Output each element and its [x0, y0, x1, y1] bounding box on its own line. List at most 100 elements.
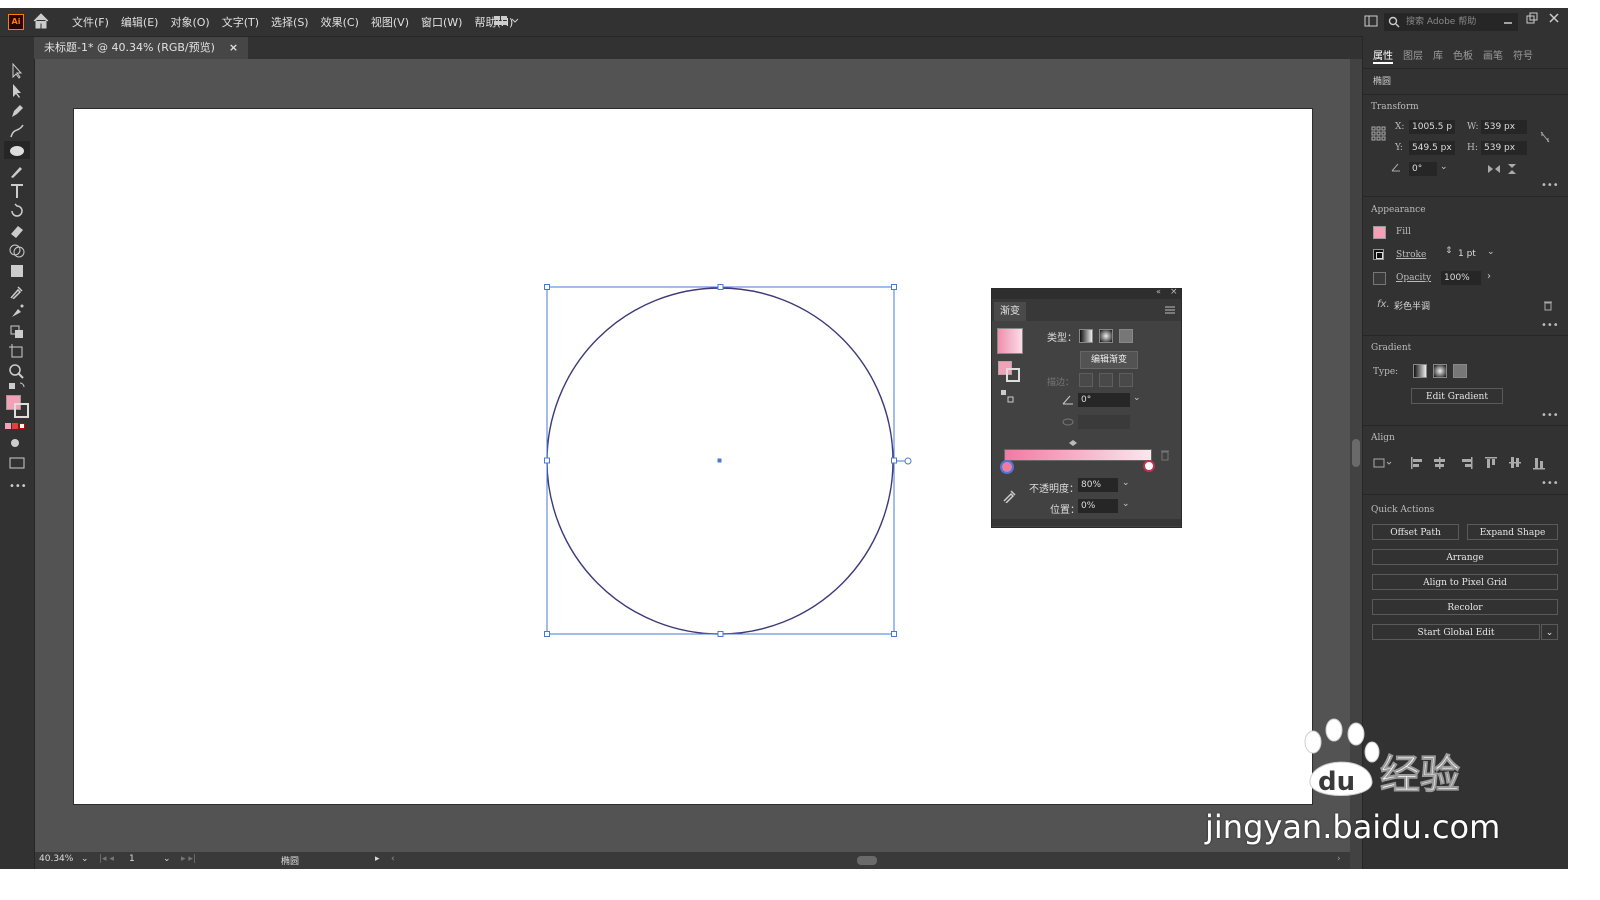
restore-icon[interactable] — [1526, 12, 1538, 24]
symbol-sprayer-tool-icon[interactable] — [8, 303, 26, 319]
halftone-circle-artwork[interactable] — [540, 280, 920, 642]
screen-mode-icon[interactable] — [8, 455, 26, 471]
align-top-button[interactable] — [1483, 456, 1497, 470]
w-input[interactable]: 539 px — [1481, 120, 1527, 134]
stroke-weight-dropdown-icon[interactable]: ⌄ — [1487, 247, 1495, 257]
aspect-ratio-input[interactable] — [1078, 415, 1130, 429]
tab-layers[interactable]: 图层 — [1403, 44, 1423, 64]
freeform-gradient-button[interactable] — [1119, 329, 1133, 343]
artboard-nav-first-icon[interactable]: |◂ ◂ — [99, 854, 114, 864]
close-tab-icon[interactable]: × — [229, 41, 238, 54]
panel-radial-gradient-button[interactable] — [1433, 364, 1447, 378]
align-horizontal-center-button[interactable] — [1433, 456, 1447, 470]
hscroll-right-icon[interactable]: › — [1337, 854, 1341, 864]
radial-gradient-button[interactable] — [1099, 329, 1113, 343]
live-paint-tool-icon[interactable] — [8, 323, 26, 339]
align-bottom-button[interactable] — [1531, 456, 1545, 470]
menu-type[interactable]: 文字(T) — [222, 14, 259, 30]
align-right-button[interactable] — [1459, 456, 1473, 470]
x-input[interactable]: 1005.5 p — [1409, 120, 1455, 134]
arrange-button[interactable]: Arrange — [1372, 549, 1558, 565]
home-icon[interactable] — [32, 12, 50, 30]
align-to-pixel-grid-button[interactable]: Align to Pixel Grid — [1372, 574, 1558, 590]
gradient-opacity-input[interactable]: 80% — [1078, 478, 1118, 492]
gradient-mode-icon[interactable] — [12, 423, 18, 429]
resize-handle-bottom-right[interactable] — [891, 631, 897, 637]
direct-selection-tool-icon[interactable] — [8, 83, 26, 99]
search-input[interactable]: 搜索 Adobe 帮助 — [1384, 13, 1518, 31]
gradient-slider-bar[interactable] — [1004, 449, 1152, 461]
arrange-documents-icon[interactable] — [1364, 14, 1378, 28]
rotate-tool-icon[interactable] — [8, 203, 26, 219]
gradient-location-input[interactable]: 0% — [1078, 499, 1118, 513]
global-edit-options-dropdown[interactable]: ⌄ — [1541, 624, 1558, 640]
pen-tool-icon[interactable] — [8, 103, 26, 119]
location-dropdown-icon[interactable]: ⌄ — [1122, 499, 1130, 509]
appearance-stroke-swatch[interactable] — [1373, 249, 1384, 260]
more-tools-icon[interactable]: ••• — [9, 481, 27, 492]
tab-brushes[interactable]: 画笔 — [1483, 44, 1503, 64]
menu-select[interactable]: 选择(S) — [271, 14, 309, 30]
type-tool-icon[interactable] — [8, 183, 26, 199]
stroke-weight-input[interactable]: 1 pt — [1455, 247, 1485, 261]
hscroll-left-icon[interactable]: ‹ — [391, 854, 395, 864]
none-mode-icon[interactable] — [19, 423, 25, 429]
edit-gradient-button[interactable]: 编辑渐变 — [1080, 351, 1138, 369]
curvature-tool-icon[interactable] — [8, 123, 26, 139]
opacity-dropdown-icon[interactable]: ⌄ — [1122, 478, 1130, 488]
vertical-scroll-thumb[interactable] — [1352, 439, 1360, 467]
artboard-tool-icon[interactable] — [8, 343, 26, 359]
menu-effect[interactable]: 效果(C) — [321, 14, 359, 30]
align-to-dropdown[interactable] — [1373, 456, 1397, 470]
menu-edit[interactable]: 编辑(E) — [121, 14, 159, 30]
tab-symbols[interactable]: 符号 — [1513, 44, 1533, 64]
panel-linear-gradient-button[interactable] — [1413, 364, 1427, 378]
resize-handle-left[interactable] — [544, 457, 550, 464]
status-menu-arrow-icon[interactable]: ▸ — [375, 854, 380, 864]
draw-mode-icon[interactable] — [8, 435, 26, 451]
edit-gradient-panel-button[interactable]: Edit Gradient — [1411, 388, 1503, 404]
panel-menu-icon[interactable] — [1165, 306, 1175, 314]
gradient-tab[interactable]: 渐变 — [994, 302, 1026, 321]
stroke-across-button[interactable] — [1119, 373, 1133, 387]
opacity-input[interactable]: 100% — [1441, 271, 1481, 285]
reference-point-icon[interactable] — [1371, 126, 1387, 142]
expand-shape-button[interactable]: Expand Shape — [1467, 524, 1558, 540]
document-tab[interactable]: 未标题-1* @ 40.34% (RGB/预览) × — [34, 37, 249, 59]
opacity-expand-icon[interactable]: › — [1487, 271, 1491, 282]
stroke-stepper-icon[interactable]: ⇕ — [1445, 246, 1453, 256]
gradient-stop-right[interactable] — [1143, 460, 1155, 472]
linear-gradient-button[interactable] — [1079, 329, 1093, 343]
shape-builder-tool-icon[interactable] — [8, 243, 26, 259]
h-input[interactable]: 539 px — [1481, 141, 1527, 155]
menu-file[interactable]: 文件(F) — [72, 14, 109, 30]
color-mode-icon[interactable] — [5, 423, 11, 429]
stroke-color-swatch[interactable] — [14, 403, 29, 418]
tab-libraries[interactable]: 库 — [1433, 44, 1443, 64]
reverse-gradient-icon[interactable] — [1000, 389, 1014, 403]
stroke-along-button[interactable] — [1099, 373, 1113, 387]
angle-dropdown-icon[interactable]: ⌄ — [1133, 393, 1141, 403]
zoom-level-input[interactable]: 40.34% — [39, 854, 73, 864]
resize-handle-top-right[interactable] — [891, 284, 897, 290]
artboard-nav-last-icon[interactable]: ▸ ▸| — [181, 854, 196, 864]
stroke-within-button[interactable] — [1079, 373, 1093, 387]
resize-handle-bottom-left[interactable] — [544, 631, 550, 637]
gradient-eyedropper-icon[interactable] — [1002, 487, 1018, 503]
delete-stop-icon[interactable] — [1160, 449, 1170, 461]
ellipse-tool-icon[interactable] — [8, 143, 26, 159]
gradient-preview-swatch[interactable] — [997, 328, 1023, 354]
rotate-angle-input[interactable]: 0° — [1409, 162, 1437, 176]
menu-view[interactable]: 视图(V) — [371, 14, 409, 30]
zoom-tool-icon[interactable] — [8, 363, 26, 379]
resize-handle-top-left[interactable] — [544, 284, 550, 290]
resize-handle-top[interactable] — [717, 284, 724, 290]
artboard-number-input[interactable]: 1 — [129, 854, 135, 864]
collapse-panel-icon[interactable]: « — [1156, 287, 1161, 296]
workspace-layout-icon[interactable] — [494, 15, 522, 27]
menu-object[interactable]: 对象(O) — [170, 14, 209, 30]
pie-widget-handle[interactable] — [904, 457, 912, 465]
gradient-panel-header[interactable]: « × — [992, 287, 1181, 299]
horizontal-scroll-thumb[interactable] — [857, 856, 877, 865]
recolor-button[interactable]: Recolor — [1372, 599, 1558, 615]
